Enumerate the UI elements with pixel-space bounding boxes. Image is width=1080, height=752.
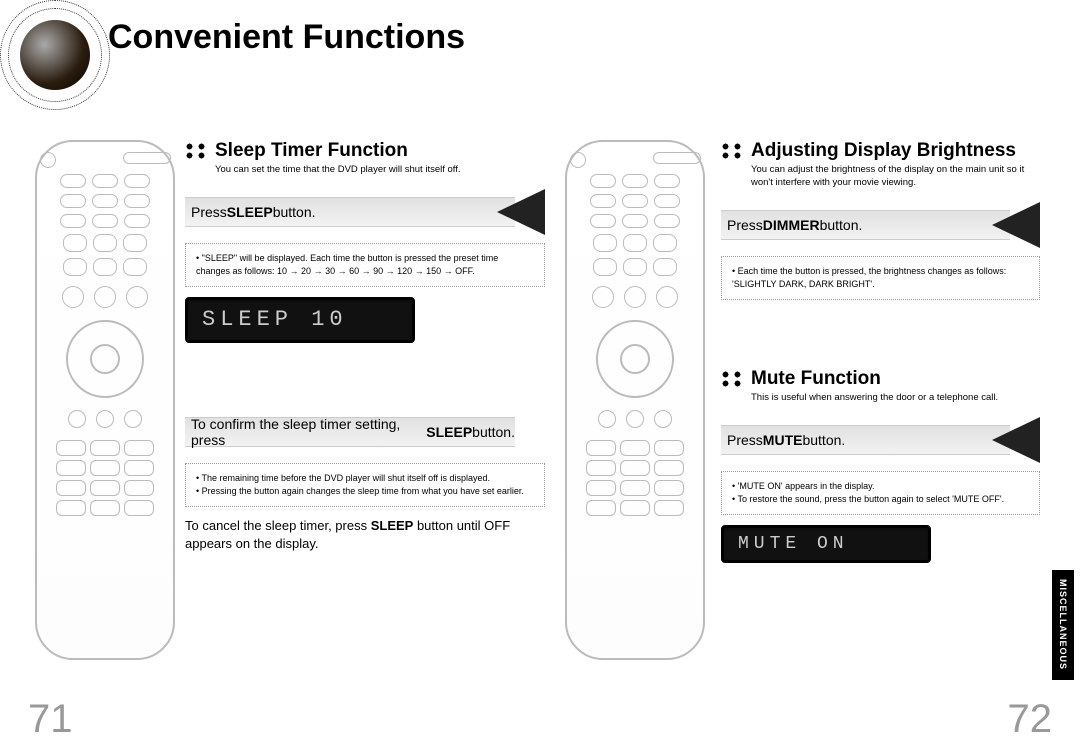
note-line: Each time the button is pressed, the bri… <box>732 265 1029 291</box>
note-line: The remaining time before the DVD player… <box>196 472 534 485</box>
banner-confirm-sleep: To confirm the sleep timer setting, pres… <box>185 409 545 455</box>
banner-text: Press <box>727 217 763 233</box>
note-line: To restore the sound, press the button a… <box>732 493 1029 506</box>
banner-triangle-icon <box>497 189 545 235</box>
banner-text: button. <box>802 432 845 448</box>
remote-illustration-right <box>565 140 705 660</box>
sleep-intro: You can set the time that the DVD player… <box>215 164 545 177</box>
banner-press-sleep: Press SLEEP button. <box>185 189 545 235</box>
bullet-icon <box>721 370 743 388</box>
banner-text: button. <box>472 424 515 440</box>
banner-press-dimmer: Press DIMMER button. <box>721 202 1040 248</box>
banner-text: Press <box>727 432 763 448</box>
bullet-icon <box>721 142 743 160</box>
section-title-mute: Mute Function <box>751 368 881 390</box>
banner-triangle-icon <box>992 417 1040 463</box>
banner-triangle-icon <box>992 202 1040 248</box>
page-title: Convenient Functions <box>108 18 465 57</box>
lcd-mute: MUTE ON <box>721 525 931 563</box>
instruction-cancel: To cancel the sleep timer, press SLEEP b… <box>185 517 545 552</box>
page-number-right: 72 <box>1008 697 1053 742</box>
decorative-badge <box>0 0 110 110</box>
brightness-intro: You can adjust the brightness of the dis… <box>751 164 1040 190</box>
banner-bold: DIMMER <box>763 217 820 233</box>
section-title-sleep: Sleep Timer Function <box>215 140 408 162</box>
side-tab: MISCELLANEOUS <box>1052 570 1074 680</box>
note-line: Pressing the button again changes the sl… <box>196 485 534 498</box>
banner-text: To confirm the sleep timer setting, pres… <box>191 416 426 448</box>
main-content: Sleep Timer Function You can set the tim… <box>35 140 1045 660</box>
banner-bold: SLEEP <box>227 204 273 220</box>
banner-bold: SLEEP <box>426 424 472 440</box>
note-box-sleep-1: "SLEEP" will be displayed. Each time the… <box>185 243 545 287</box>
note-line: 'MUTE ON' appears in the display. <box>732 480 1029 493</box>
section-title-brightness: Adjusting Display Brightness <box>751 140 1016 162</box>
note-box-dimmer: Each time the button is pressed, the bri… <box>721 256 1040 300</box>
banner-bold: MUTE <box>763 432 803 448</box>
note-line: "SLEEP" will be displayed. Each time the… <box>196 252 534 278</box>
banner-text: button. <box>820 217 863 233</box>
banner-press-mute: Press MUTE button. <box>721 417 1040 463</box>
banner-text: Press <box>191 204 227 220</box>
remote-illustration-left <box>35 140 175 660</box>
left-column: Sleep Timer Function You can set the tim… <box>185 140 555 660</box>
note-box-mute: 'MUTE ON' appears in the display. To res… <box>721 471 1040 515</box>
bullet-icon <box>185 142 207 160</box>
banner-text: button. <box>273 204 316 220</box>
note-box-sleep-2: The remaining time before the DVD player… <box>185 463 545 507</box>
mute-intro: This is useful when answering the door o… <box>751 392 1040 405</box>
right-column: Adjusting Display Brightness You can adj… <box>715 140 1040 660</box>
page-numbers: 71 72 <box>28 697 1052 742</box>
page-number-left: 71 <box>28 697 73 742</box>
lcd-sleep: SLEEP 10 <box>185 297 415 343</box>
